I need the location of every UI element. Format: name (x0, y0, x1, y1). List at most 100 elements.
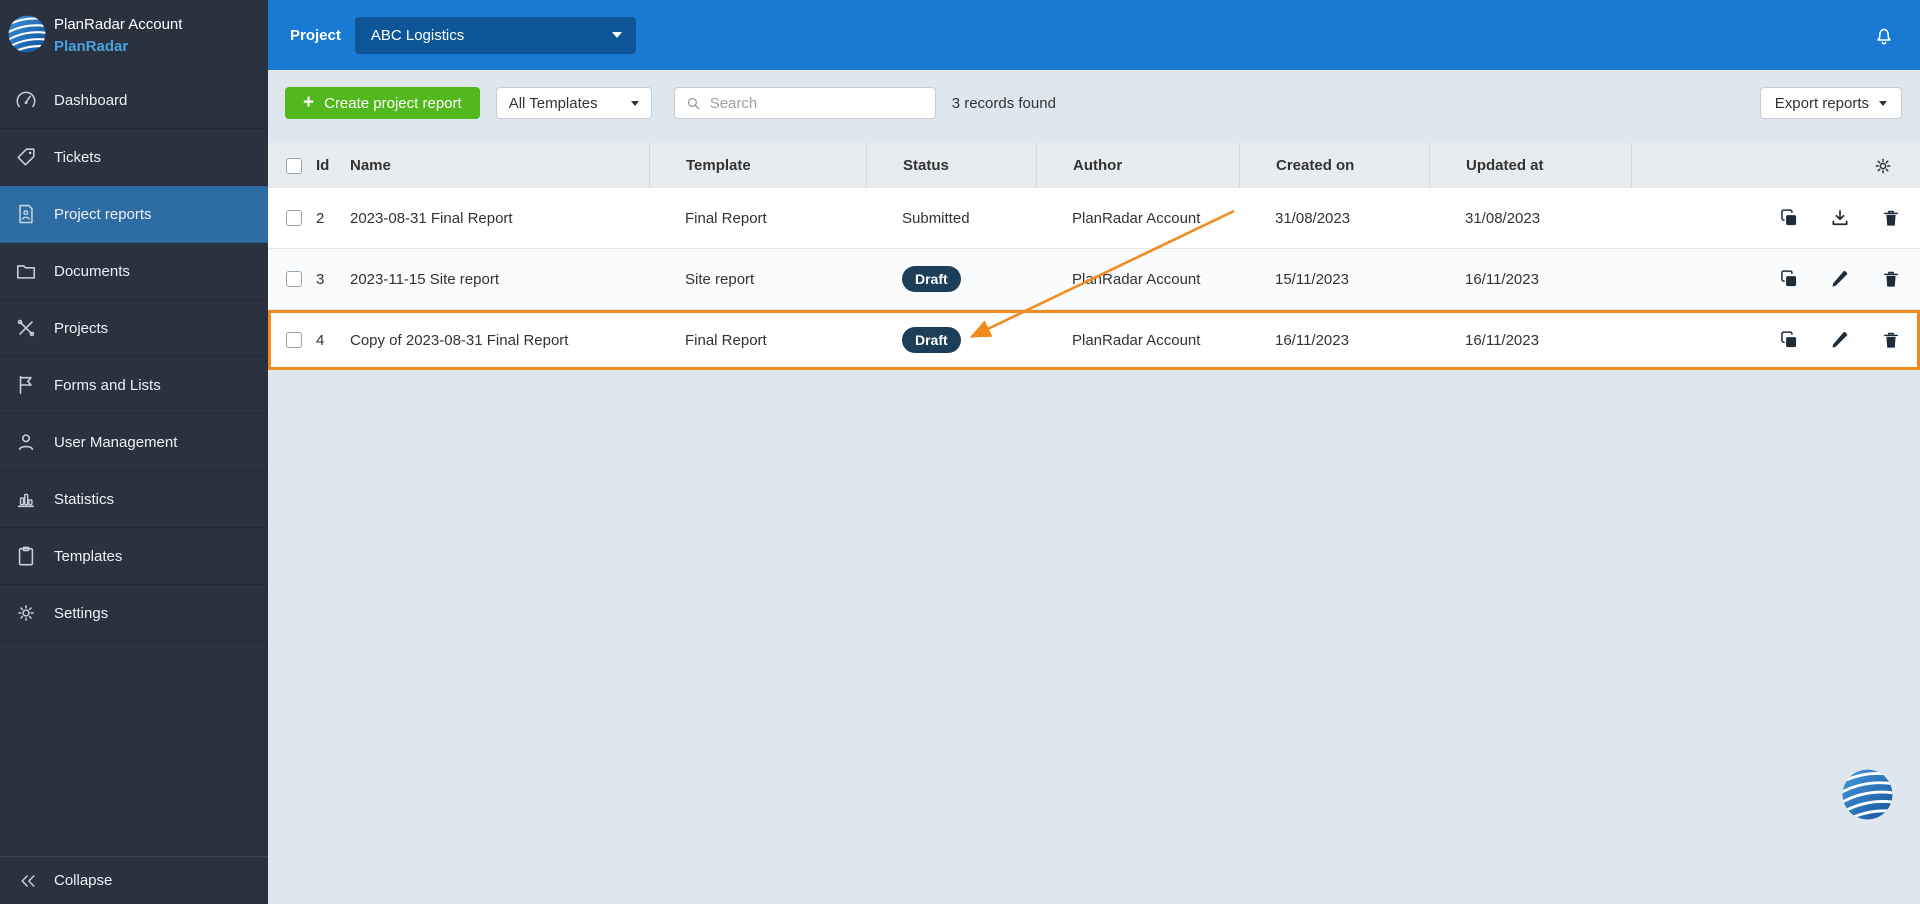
sidebar-item-label: Templates (54, 547, 123, 565)
column-header-created-on[interactable]: Created on (1239, 143, 1429, 188)
download-icon[interactable] (1830, 208, 1850, 228)
sidebar-nav: Dashboard Tickets Project reports Documents… (0, 72, 268, 856)
statistics-icon (14, 487, 38, 511)
row-actions (1631, 310, 1920, 370)
sidebar-item-tickets[interactable]: Tickets (0, 129, 268, 186)
column-header-updated-at[interactable]: Updated at (1429, 143, 1631, 188)
planradar-logo (5, 13, 49, 60)
table-row[interactable]: 3 2023-11-15 Site report Site report Dra… (268, 249, 1920, 310)
search-icon (685, 95, 702, 112)
table-header-row: Id Name Template Status Author Created o… (268, 143, 1920, 188)
create-project-report-button[interactable]: + Create project report (285, 87, 480, 119)
table-row[interactable]: 4 Copy of 2023-08-31 Final Report Final … (268, 310, 1920, 371)
row-status: Submitted (902, 209, 970, 227)
row-template-name: Site report (685, 270, 755, 288)
templates-filter-value: All Templates (508, 94, 598, 112)
row-template-name: Final Report (685, 331, 767, 349)
table-body: 2 2023-08-31 Final Report Final Report S… (268, 188, 1920, 371)
column-header-status[interactable]: Status (866, 143, 1036, 188)
delete-icon[interactable] (1881, 208, 1901, 228)
search-input[interactable] (709, 94, 925, 112)
delete-icon[interactable] (1881, 269, 1901, 289)
sidebar-item-project-reports[interactable]: Project reports (0, 186, 268, 243)
sidebar-item-label: Projects (54, 319, 109, 337)
edit-icon[interactable] (1830, 269, 1850, 289)
sidebar-item-projects[interactable]: Projects (0, 300, 268, 357)
project-label: Project (290, 26, 341, 44)
row-created-on: 31/08/2023 (1275, 209, 1351, 227)
copy-icon[interactable] (1779, 330, 1799, 350)
table-settings-gear-icon[interactable] (1873, 156, 1893, 176)
row-id: 3 (316, 270, 325, 288)
row-author: PlanRadar Account (1072, 331, 1201, 349)
row-checkbox[interactable] (286, 332, 302, 348)
main-area: Project ABC Logistics + Create project r… (268, 0, 1920, 904)
edit-icon[interactable] (1830, 330, 1850, 350)
brand-header[interactable]: PlanRadar Account PlanRadar (0, 0, 268, 72)
sidebar-item-label: Forms and Lists (54, 376, 161, 394)
row-created-on: 15/11/2023 (1275, 270, 1349, 288)
collapse-button[interactable]: Collapse (0, 856, 268, 904)
row-checkbox[interactable] (286, 271, 302, 287)
export-reports-button[interactable]: Export reports (1759, 87, 1902, 119)
records-count: 3 records found (951, 94, 1056, 112)
export-button-label: Export reports (1774, 94, 1869, 112)
search-box[interactable] (673, 87, 936, 119)
row-name: 2023-11-15 Site report (350, 270, 499, 288)
row-name: 2023-08-31 Final Report (350, 209, 513, 227)
sidebar-item-label: Documents (54, 262, 130, 280)
project-select-value: ABC Logistics (370, 26, 465, 44)
chevron-down-icon (630, 100, 639, 106)
sidebar-item-label: Dashboard (54, 91, 128, 109)
app-root: PlanRadar Account PlanRadar Dashboard Tic… (0, 0, 1920, 904)
sidebar-item-dashboard[interactable]: Dashboard (0, 72, 268, 129)
table-row[interactable]: 2 2023-08-31 Final Report Final Report S… (268, 188, 1920, 249)
documents-icon (14, 259, 38, 283)
notifications-bell-icon[interactable] (1872, 23, 1896, 47)
templates-filter-select[interactable]: All Templates (495, 87, 652, 119)
project-select[interactable]: ABC Logistics (354, 16, 636, 54)
column-header-name[interactable]: Name (350, 143, 649, 188)
sidebar-item-statistics[interactable]: Statistics (0, 471, 268, 528)
sidebar-item-documents[interactable]: Documents (0, 243, 268, 300)
sidebar-item-label: Statistics (54, 490, 115, 508)
row-created-on: 16/11/2023 (1275, 331, 1349, 349)
copy-icon[interactable] (1779, 269, 1799, 289)
column-header-author[interactable]: Author (1036, 143, 1239, 188)
row-updated-at: 16/11/2023 (1465, 270, 1539, 288)
brand-name: PlanRadar (54, 38, 129, 55)
project-reports-icon (14, 202, 38, 226)
forms-and-lists-icon (14, 373, 38, 397)
toolbar: + Create project report All Templates 3 … (285, 87, 1902, 119)
sidebar-item-forms-and-lists[interactable]: Forms and Lists (0, 357, 268, 414)
row-id: 2 (316, 209, 325, 227)
sidebar-item-label: Project reports (54, 205, 152, 223)
row-updated-at: 31/08/2023 (1465, 209, 1541, 227)
sidebar-item-user-management[interactable]: User Management (0, 414, 268, 471)
select-all-checkbox[interactable] (286, 157, 302, 174)
create-button-label: Create project report (324, 94, 462, 112)
top-header: Project ABC Logistics (268, 0, 1920, 70)
dashboard-icon (14, 88, 38, 112)
column-header-template[interactable]: Template (649, 143, 866, 188)
row-name: Copy of 2023-08-31 Final Report (350, 331, 569, 349)
row-id: 4 (316, 331, 325, 349)
chevron-down-icon (611, 32, 622, 38)
chevron-down-icon (1879, 100, 1887, 106)
reports-table: Id Name Template Status Author Created o… (268, 143, 1920, 371)
collapse-label: Collapse (54, 872, 113, 889)
user-management-icon (14, 430, 38, 454)
brand-text: PlanRadar Account PlanRadar (54, 14, 182, 59)
row-checkbox[interactable] (286, 210, 302, 226)
sidebar-item-templates[interactable]: Templates (0, 528, 268, 585)
account-name: PlanRadar Account (54, 15, 183, 33)
sidebar-item-label: User Management (54, 433, 178, 451)
row-status: Draft (902, 265, 961, 293)
row-updated-at: 16/11/2023 (1465, 331, 1539, 349)
sidebar-item-settings[interactable]: Settings (0, 585, 268, 642)
copy-icon[interactable] (1779, 208, 1799, 228)
row-actions (1631, 188, 1920, 248)
column-header-id[interactable]: Id (316, 143, 350, 188)
row-status: Draft (902, 326, 961, 354)
delete-icon[interactable] (1881, 330, 1901, 350)
